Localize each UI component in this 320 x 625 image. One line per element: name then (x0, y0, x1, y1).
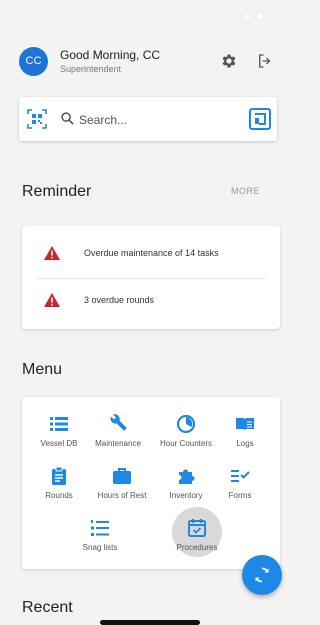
recent-title: Recent (22, 599, 73, 616)
menu-label: Forms (228, 491, 252, 500)
battery-indicator (257, 14, 262, 19)
menu-label: Inventory (169, 491, 203, 500)
menu-label: Hours of Rest (97, 491, 147, 500)
status-bar (0, 0, 289, 30)
menu-item-rounds[interactable]: Rounds (29, 466, 89, 506)
search-icon (61, 112, 74, 125)
qr-code-icon[interactable] (27, 109, 47, 129)
numbered-list-icon (91, 520, 109, 536)
reminder-item[interactable]: Overdue maintenance of 14 tasks (22, 232, 280, 277)
menu-item-procedures[interactable]: Procedures (167, 518, 227, 558)
menu-label: Logs (236, 439, 254, 448)
header: CC Good Morning, CC Superintendent (0, 30, 289, 90)
menu-item-snag-lists[interactable]: Snag lists (70, 518, 130, 558)
greeting-text: Good Morning, CC (60, 48, 161, 62)
warning-icon (44, 293, 60, 307)
search-bar (19, 97, 277, 141)
wrench-icon (110, 414, 127, 431)
menu-label: Hour Counters (159, 439, 213, 448)
menu-item-hour-counters[interactable]: Hour Counters (156, 414, 216, 454)
menu-item-hours-of-rest[interactable]: Hours of Rest (92, 466, 152, 506)
book-icon (236, 418, 254, 431)
user-role: Superintendent (60, 64, 122, 74)
search-input[interactable] (77, 109, 231, 131)
menu-label: Vessel DB (40, 439, 78, 448)
signal-indicator (245, 14, 250, 19)
menu-label: Rounds (45, 491, 73, 500)
clipboard-icon (52, 466, 66, 485)
gear-icon[interactable] (220, 52, 238, 70)
briefcase-icon (113, 468, 131, 484)
checklist-icon (231, 470, 250, 482)
reminder-text: 3 overdue rounds (84, 295, 155, 305)
reminder-card: Overdue maintenance of 14 tasks 3 overdu… (22, 226, 280, 329)
menu-item-logs[interactable]: Logs (215, 414, 275, 454)
warning-icon (44, 246, 60, 260)
sync-icon (255, 567, 269, 583)
puzzle-icon (179, 469, 195, 484)
list-icon (50, 417, 68, 431)
avatar[interactable]: CC (19, 47, 48, 76)
calendar-check-icon (188, 519, 206, 537)
reminder-title: Reminder (22, 183, 92, 200)
reminder-item[interactable]: 3 overdue rounds (22, 279, 280, 324)
sync-button[interactable] (242, 555, 282, 595)
scan-icon[interactable] (249, 108, 271, 130)
menu-item-forms[interactable]: Forms (210, 466, 270, 506)
menu-label: Snag lists (82, 543, 118, 552)
menu-item-inventory[interactable]: Inventory (156, 466, 216, 506)
gauge-icon (176, 414, 196, 434)
menu-label: Procedures (176, 543, 218, 552)
home-indicator (100, 620, 200, 625)
reminder-text: Overdue maintenance of 14 tasks (84, 248, 219, 258)
menu-item-vessel-db[interactable]: Vessel DB (29, 414, 89, 454)
logout-icon[interactable] (256, 52, 274, 70)
menu-label: Maintenance (95, 439, 141, 448)
menu-title: Menu (22, 361, 63, 378)
menu-item-maintenance[interactable]: Maintenance (88, 414, 148, 454)
more-link[interactable]: MORE (231, 186, 260, 196)
